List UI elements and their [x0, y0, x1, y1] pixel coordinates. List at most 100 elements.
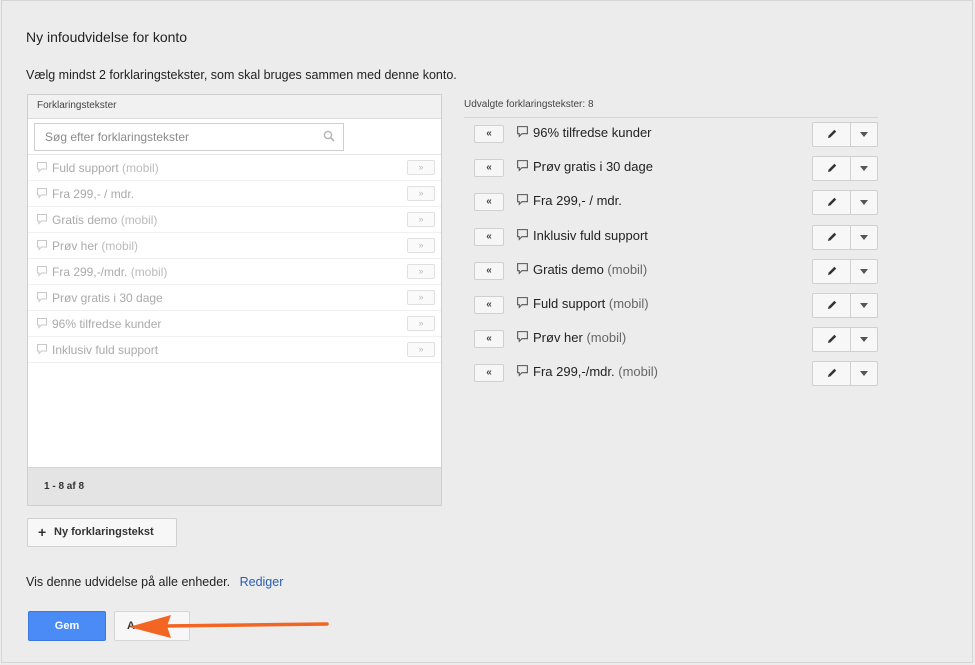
dropdown-button[interactable] — [851, 191, 877, 214]
comment-icon — [516, 159, 529, 172]
available-list-area: Fuld support (mobil)»Fra 299,- / mdr.»Gr… — [28, 119, 441, 467]
comment-icon — [36, 234, 48, 251]
add-item-button[interactable]: » — [407, 316, 435, 331]
dropdown-button[interactable] — [851, 294, 877, 317]
remove-item-button[interactable]: « — [474, 193, 504, 212]
pencil-icon — [828, 232, 837, 241]
available-item: Fra 299,-/mdr. (mobil) » — [28, 259, 441, 285]
comment-icon — [36, 208, 48, 225]
comment-icon — [516, 228, 529, 241]
remove-item-button[interactable]: « — [474, 296, 504, 314]
available-item-text: Fuld support — [52, 161, 119, 175]
selected-item-label: Inklusiv fuld support — [516, 228, 648, 243]
chevron-down-icon — [860, 234, 868, 240]
devices-text: Vis denne udvidelse på alle enheder. — [26, 575, 231, 589]
pencil-icon — [828, 334, 837, 344]
new-callout-label: Ny forklaringstekst — [54, 526, 154, 538]
selected-item-suffix: (mobil) — [614, 364, 658, 380]
chevron-down-icon — [860, 337, 868, 343]
comment-icon — [36, 156, 48, 173]
item-actions — [812, 122, 878, 147]
selected-item-label: Prøv her (mobil) — [516, 330, 626, 345]
selected-item-label: 96% tilfredse kunder — [516, 125, 652, 140]
edit-button[interactable] — [813, 191, 851, 215]
selected-item: « Fra 299,- / mdr. — [464, 190, 884, 216]
add-item-button[interactable]: » — [407, 342, 435, 357]
selected-item-label: Fra 299,- / mdr. — [516, 193, 622, 208]
selected-item-text: Gratis demo — [533, 261, 604, 277]
edit-devices-link[interactable]: Rediger — [240, 575, 284, 589]
search-wrap — [28, 119, 441, 155]
devices-line: Vis denne udvidelse på alle enheder. Red… — [26, 575, 283, 589]
selected-item-suffix: (mobil) — [605, 296, 649, 311]
item-actions — [812, 258, 878, 284]
available-header: Forklaringstekster — [28, 95, 441, 119]
available-item: Fuld support (mobil) » — [28, 155, 441, 181]
comment-icon — [516, 330, 529, 343]
selected-divider — [464, 117, 878, 118]
available-item: Gratis demo (mobil) » — [28, 207, 441, 233]
save-button[interactable]: Gem — [28, 611, 106, 641]
dropdown-button[interactable] — [851, 157, 877, 180]
dropdown-button[interactable] — [851, 362, 877, 385]
available-item-text: Prøv gratis i 30 dage — [52, 291, 163, 305]
add-item-button[interactable]: » — [407, 238, 435, 253]
add-item-button[interactable]: » — [407, 160, 435, 175]
available-item: Prøv gratis i 30 dage » — [28, 285, 441, 311]
pagination-label: 1 - 8 af 8 — [28, 467, 441, 505]
available-item-text: 96% tilfredse kunder — [52, 317, 162, 331]
add-item-button[interactable]: » — [407, 264, 435, 279]
remove-item-button[interactable]: « — [474, 125, 504, 143]
chevron-down-icon — [860, 200, 868, 206]
remove-item-button[interactable]: « — [474, 364, 504, 383]
dropdown-button[interactable] — [851, 328, 877, 351]
edit-button[interactable] — [813, 362, 851, 386]
selected-item-label: Prøv gratis i 30 dage — [516, 159, 653, 174]
dropdown-button[interactable] — [851, 123, 877, 146]
selected-item-text: Prøv gratis i 30 dage — [533, 159, 653, 175]
remove-item-button[interactable]: « — [474, 227, 504, 246]
new-callout-button[interactable]: + Ny forklaringstekst — [27, 518, 177, 547]
chevron-down-icon — [860, 166, 868, 172]
edit-button[interactable] — [813, 123, 851, 146]
dropdown-button[interactable] — [851, 226, 877, 249]
comment-icon — [36, 312, 48, 329]
item-actions — [812, 190, 878, 216]
edit-button[interactable] — [813, 259, 851, 283]
instruction-text: Vælg mindst 2 forklaringstekster, som sk… — [26, 68, 457, 82]
selected-item-text: Fra 299,- / mdr. — [533, 193, 622, 209]
pencil-icon — [828, 369, 837, 378]
item-actions — [812, 361, 878, 387]
edit-button[interactable] — [813, 328, 851, 352]
available-item: Inklusiv fuld support » — [28, 337, 441, 363]
selected-item-text: Inklusiv fuld support — [533, 227, 648, 243]
edit-button[interactable] — [813, 157, 851, 181]
pencil-icon — [828, 266, 837, 275]
chevron-down-icon — [860, 303, 868, 308]
pencil-icon — [828, 129, 837, 138]
dropdown-button[interactable] — [851, 260, 877, 283]
selected-item: « Prøv gratis i 30 dage — [464, 156, 884, 182]
pencil-icon — [828, 198, 837, 207]
selected-item-label: Fuld support (mobil) — [516, 296, 649, 311]
comment-icon — [516, 125, 529, 138]
remove-item-button[interactable]: « — [474, 330, 504, 349]
search-input[interactable] — [45, 130, 305, 144]
selected-item: « Prøv her (mobil) — [464, 327, 884, 353]
available-item: 96% tilfredse kunder » — [28, 311, 441, 337]
remove-item-button[interactable]: « — [474, 159, 504, 178]
add-item-button[interactable]: » — [407, 290, 435, 305]
chevron-down-icon — [860, 268, 868, 274]
add-item-button[interactable]: » — [407, 212, 435, 227]
edit-button[interactable] — [813, 294, 851, 317]
edit-button[interactable] — [813, 225, 851, 249]
search-field[interactable] — [34, 123, 344, 151]
available-panel: Forklaringstekster Fuld support (mobil) »… — [27, 94, 442, 506]
item-actions — [812, 156, 878, 182]
comment-icon — [36, 286, 48, 303]
remove-item-button[interactable]: « — [474, 261, 504, 280]
add-item-button[interactable]: » — [407, 186, 435, 201]
pencil-icon — [828, 300, 837, 309]
comment-icon — [516, 364, 529, 378]
comment-icon — [516, 193, 529, 207]
